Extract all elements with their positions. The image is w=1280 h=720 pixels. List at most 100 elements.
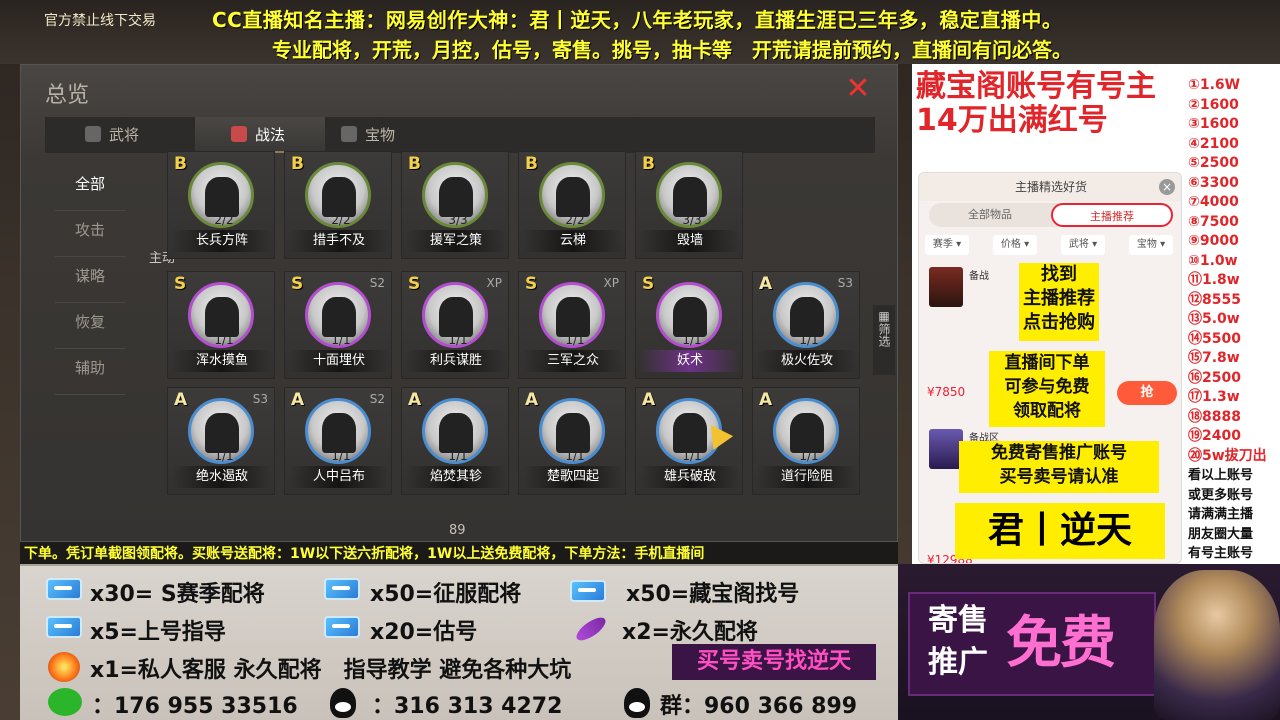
warrior-figure-icon	[790, 297, 824, 337]
filter-treasure[interactable]: 宝物 ▾	[1129, 235, 1173, 255]
shop-tabs: 全部物品 主播推荐	[929, 203, 1173, 227]
tactic-card[interactable]: 1/1 A 雄兵破敌	[635, 387, 743, 495]
tactic-name: 毁墙	[640, 230, 740, 252]
helmet-icon	[85, 126, 101, 142]
page-title: 总览	[45, 83, 90, 108]
tactic-grade: B	[642, 154, 655, 174]
price-item: x30= S赛季配将	[90, 582, 265, 607]
tactic-grade: A	[174, 390, 188, 410]
tab-tactics[interactable]: 战法	[195, 117, 325, 153]
qq-group-icon	[624, 688, 650, 718]
warrior-figure-icon	[790, 413, 824, 453]
tactic-portrait: 1/1	[305, 282, 371, 348]
close-button[interactable]: ✕	[845, 74, 871, 104]
callout-line: 主播推荐	[1023, 288, 1095, 309]
tactic-grade: S	[642, 274, 655, 294]
tactic-card[interactable]: 2/2 B 措手不及	[284, 151, 392, 259]
tactic-grade: S	[408, 274, 421, 294]
filter-price[interactable]: 价格 ▾	[993, 235, 1037, 255]
tactic-portrait: 1/1	[305, 398, 371, 464]
tactic-card[interactable]: 1/1 S XP 三军之众	[518, 271, 626, 379]
tab-label: 武将	[109, 126, 140, 144]
tactic-grade: B	[408, 154, 421, 174]
nav-item-support[interactable]: 辅助	[55, 349, 125, 395]
page-number: 89	[449, 523, 466, 538]
warrior-figure-icon	[439, 413, 473, 453]
tactic-card[interactable]: 3/3 B 援军之策	[401, 151, 509, 259]
headline-line-1: 藏宝阁账号有号主	[916, 69, 1156, 104]
tactic-portrait: 1/1	[773, 282, 839, 348]
callout-line: 领取配将	[1013, 401, 1081, 421]
price-panel: x30= S赛季配将 x50=征服配将 x50=藏宝阁找号 x5=上号指导 x2…	[20, 564, 898, 720]
tactic-card[interactable]: 1/1 A S3 绝水遏敌	[167, 387, 275, 495]
consign-promo: 寄售 推广 免费	[898, 564, 1280, 720]
tactic-card[interactable]: 1/1 A 楚歌四起	[518, 387, 626, 495]
filter-season[interactable]: 赛季 ▾	[925, 235, 969, 255]
warrior-figure-icon	[673, 297, 707, 337]
coupon-icon	[46, 616, 82, 638]
account-price: ③1600	[1188, 116, 1239, 132]
tactic-grade: S	[525, 274, 538, 294]
tactic-name: 措手不及	[289, 230, 389, 252]
tactic-card[interactable]: 3/3 B 毁墙	[635, 151, 743, 259]
account-price: ⑰1.3w	[1188, 389, 1240, 405]
tactic-card[interactable]: 1/1 A 道行险阻	[752, 387, 860, 495]
callout-line: 推广	[928, 645, 988, 680]
qq-number: ：316 313 4272	[372, 694, 563, 719]
warrior-figure-icon	[322, 297, 356, 337]
tactic-card[interactable]: 2/2 B 长兵方阵	[167, 151, 275, 259]
tactic-count: 1/1	[799, 449, 819, 463]
tactic-count: 1/1	[448, 333, 468, 347]
tactic-portrait: 1/1	[773, 398, 839, 464]
feather-icon	[573, 613, 609, 645]
tab-streamer-recommend[interactable]: 主播推荐	[1051, 203, 1173, 227]
tactic-name: 雄兵破敌	[640, 466, 740, 488]
price-item: x2=永久配将	[622, 620, 758, 645]
nav-item-recover[interactable]: 恢复	[55, 303, 125, 349]
account-price: ⑮7.8w	[1188, 350, 1240, 366]
grab-button[interactable]: 抢	[1117, 381, 1177, 405]
tactic-grade: A	[642, 390, 656, 410]
tab-all-items[interactable]: 全部物品	[929, 203, 1051, 227]
shop-close-button[interactable]: ×	[1159, 179, 1175, 195]
nav-item-all[interactable]: 全部	[55, 165, 125, 211]
item-title: 备战	[969, 271, 989, 282]
tactic-card[interactable]: 1/1 A 焰焚其轸	[401, 387, 509, 495]
filter-general[interactable]: 武将 ▾	[1061, 235, 1105, 255]
announcement-line-2: 专业配将，开荒，月控，估号，寄售。挑号，抽卡等 开荒请提前预约，直播间有问必答。	[272, 38, 1072, 62]
account-price: ⑤2500	[1188, 155, 1239, 171]
tactic-name: 三军之众	[523, 350, 623, 372]
warrior-figure-icon	[556, 297, 590, 337]
tactic-card[interactable]: 2/2 B 云梯	[518, 151, 626, 259]
tactic-card[interactable]: 1/1 A S2 人中吕布	[284, 387, 392, 495]
tactic-card[interactable]: 1/1 S S2 十面埋伏	[284, 271, 392, 379]
tactic-name: 长兵方阵	[172, 230, 272, 252]
buy-sell-tag: 买号卖号找逆天	[672, 644, 876, 680]
filter-button[interactable]: ▦ 筛选	[873, 305, 895, 375]
tactic-grade: A	[291, 390, 305, 410]
tactic-card[interactable]: 1/1 S 妖术	[635, 271, 743, 379]
account-price: ①1.6W	[1188, 77, 1241, 93]
tactic-count: 3/3	[682, 213, 702, 227]
season-tag: S3	[837, 276, 853, 290]
callout-line: 可参与免费	[1004, 377, 1090, 397]
tactic-count: 1/1	[682, 449, 702, 463]
season-tag: XP	[486, 276, 502, 290]
tactic-card[interactable]: 1/1 S 浑水摸鱼	[167, 271, 275, 379]
season-tag: S2	[369, 392, 385, 406]
tactic-card[interactable]: 1/1 A S3 极火佐攻	[752, 271, 860, 379]
promo-consign-text: 寄售 推广	[918, 600, 998, 684]
tab-generals[interactable]: 武将	[85, 117, 195, 153]
nav-item-strategy[interactable]: 谋略	[55, 257, 125, 303]
tactic-card[interactable]: 1/1 S XP 利兵谋胜	[401, 271, 509, 379]
tab-treasures[interactable]: 宝物	[341, 117, 461, 153]
nav-item-attack[interactable]: 攻击	[55, 211, 125, 257]
tab-label: 宝物	[365, 126, 396, 144]
tactic-name: 极火佐攻	[757, 350, 857, 372]
warrior-figure-icon	[205, 177, 239, 217]
headline-line-2: 14万出满红号	[916, 103, 1108, 138]
callout-order-free: 直播间下单 可参与免费 领取配将	[989, 351, 1105, 427]
tactic-name: 浑水摸鱼	[172, 350, 272, 372]
tactic-name: 利兵谋胜	[406, 350, 506, 372]
tactic-name: 妖术	[640, 350, 740, 372]
